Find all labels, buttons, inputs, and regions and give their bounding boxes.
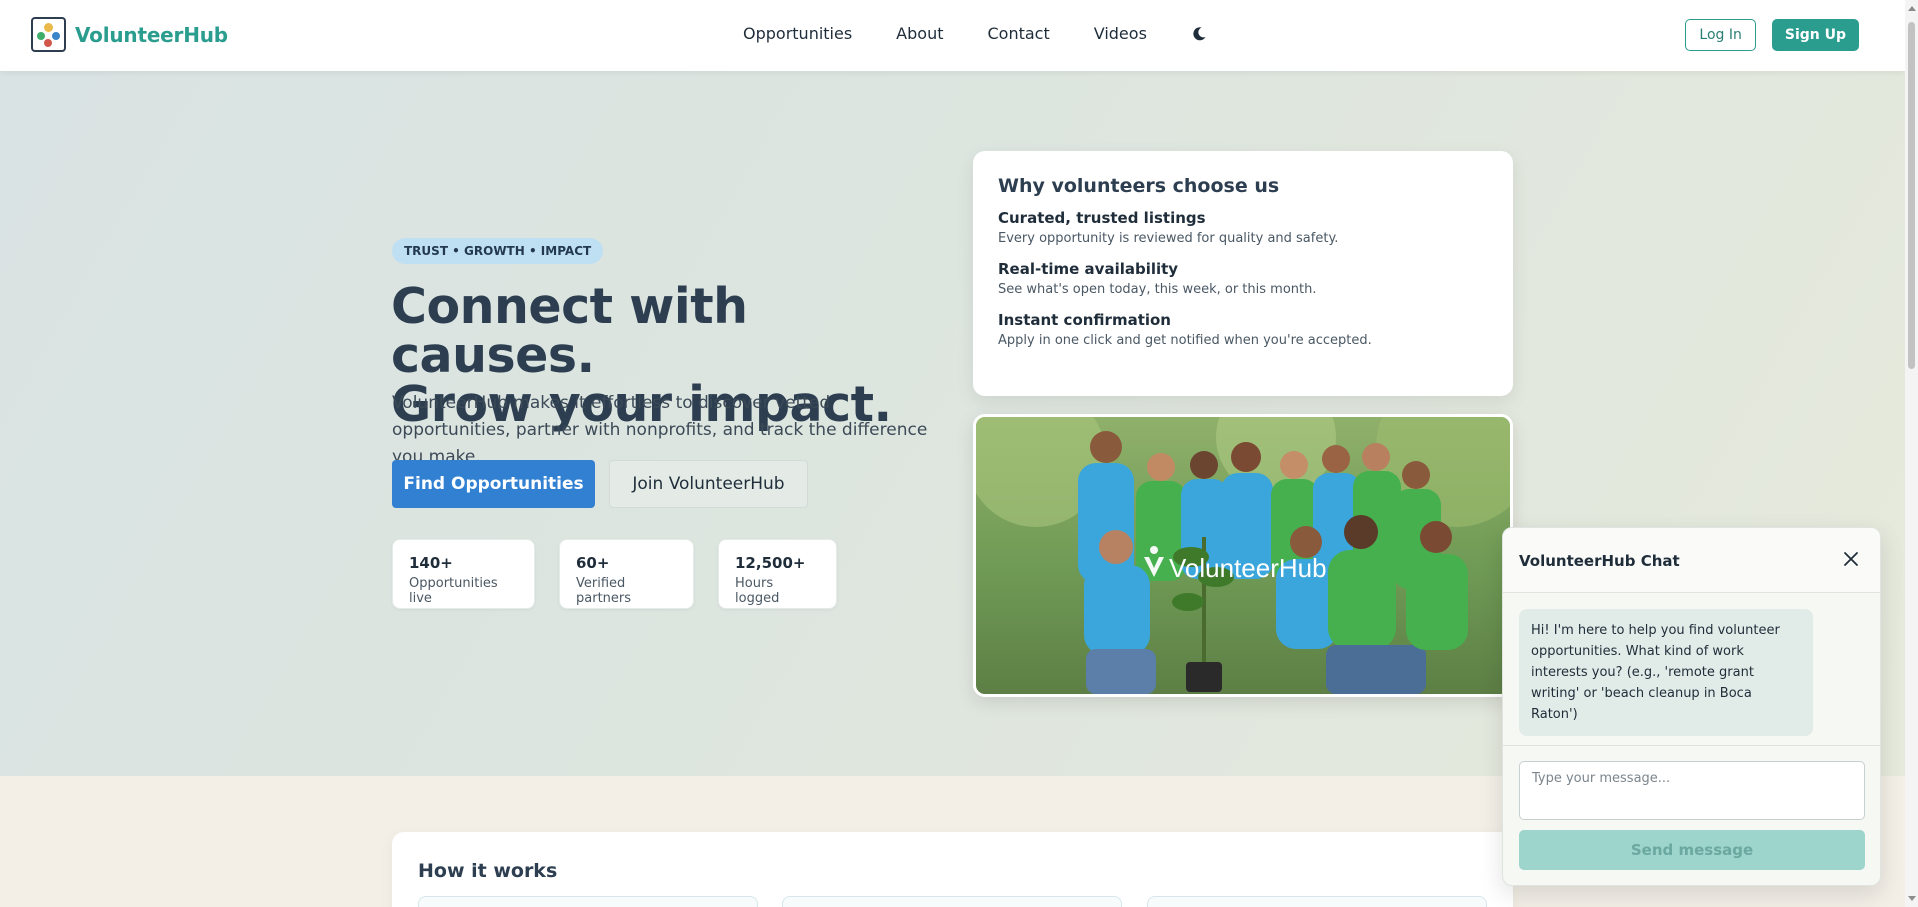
how-step-card [782, 896, 1122, 907]
why-item-text: See what's open today, this week, or thi… [998, 282, 1317, 297]
scroll-down-icon[interactable] [1908, 896, 1916, 901]
nav-about[interactable]: About [896, 24, 943, 43]
why-item-title: Curated, trusted listings [998, 209, 1206, 227]
stat-value: 60+ [576, 554, 610, 572]
scroll-thumb[interactable] [1908, 22, 1915, 369]
why-card: Why volunteers choose us Curated, truste… [973, 151, 1513, 396]
stat-label: Hours logged [735, 576, 780, 606]
stat-value: 140+ [409, 554, 453, 572]
auth-buttons: Log In Sign Up [1685, 19, 1859, 51]
stat-card: 140+ Opportunities live [392, 539, 535, 609]
scroll-up-icon[interactable] [1908, 6, 1916, 11]
why-item: Real-time availability See what's open t… [998, 260, 1488, 297]
chat-messages: Hi! I'm here to help you find volunteer … [1503, 593, 1880, 746]
stat-label: Opportunities live [409, 576, 498, 606]
find-opportunities-button[interactable]: Find Opportunities [392, 460, 595, 508]
chat-header: VolunteerHub Chat [1503, 528, 1880, 593]
why-item-title: Real-time availability [998, 260, 1179, 278]
why-item: Instant confirmation Apply in one click … [998, 311, 1488, 348]
why-item-text: Apply in one click and get notified when… [998, 333, 1372, 348]
hero-title-line1: Connect with causes. [391, 278, 748, 384]
page-scrollbar[interactable] [1905, 0, 1918, 907]
dark-mode-toggle-icon[interactable] [1191, 26, 1207, 42]
logo-icon [31, 17, 66, 52]
send-message-button[interactable]: Send message [1519, 830, 1865, 870]
how-step-card [418, 896, 758, 907]
brand[interactable]: VolunteerHub [31, 17, 228, 52]
how-step-card [1147, 896, 1487, 907]
why-item-text: Every opportunity is reviewed for qualit… [998, 231, 1339, 246]
brand-name: VolunteerHub [75, 22, 228, 47]
chat-widget: VolunteerHub Chat Hi! I'm here to help y… [1502, 527, 1881, 886]
stat-label: Verified partners [576, 576, 632, 606]
volunteers-photo: VolunteerHub [973, 414, 1513, 697]
signup-button[interactable]: Sign Up [1771, 19, 1859, 51]
why-title: Why volunteers choose us [998, 175, 1280, 197]
how-it-works-title: How it works [418, 860, 558, 882]
main-nav: Opportunities About Contact Videos [743, 24, 1207, 43]
close-icon[interactable] [1842, 550, 1860, 568]
join-button[interactable]: Join VolunteerHub [609, 460, 808, 508]
stat-card: 60+ Verified partners [559, 539, 694, 609]
login-button[interactable]: Log In [1685, 19, 1756, 51]
volunteers-photo-illustration: VolunteerHub [976, 417, 1510, 694]
how-it-works-section: How it works [392, 832, 1513, 907]
chat-message-input[interactable] [1519, 761, 1865, 820]
stat-value: 12,500+ [735, 554, 806, 572]
hero-subtitle: VolunteerHub makes it effortless to disc… [392, 393, 928, 467]
stats-row: 140+ Opportunities live 60+ Verified par… [392, 539, 837, 609]
nav-contact[interactable]: Contact [987, 24, 1049, 43]
chat-title: VolunteerHub Chat [1519, 552, 1680, 570]
nav-opportunities[interactable]: Opportunities [743, 24, 852, 43]
nav-videos[interactable]: Videos [1094, 24, 1147, 43]
why-item-title: Instant confirmation [998, 311, 1171, 329]
tagline-badge: TRUST • GROWTH • IMPACT [392, 238, 604, 264]
why-item: Curated, trusted listings Every opportun… [998, 209, 1488, 246]
site-header: VolunteerHub Opportunities About Contact… [0, 0, 1905, 71]
bot-message: Hi! I'm here to help you find volunteer … [1519, 609, 1813, 736]
photo-watermark: VolunteerHub [1169, 553, 1327, 583]
stat-card: 12,500+ Hours logged [718, 539, 837, 609]
